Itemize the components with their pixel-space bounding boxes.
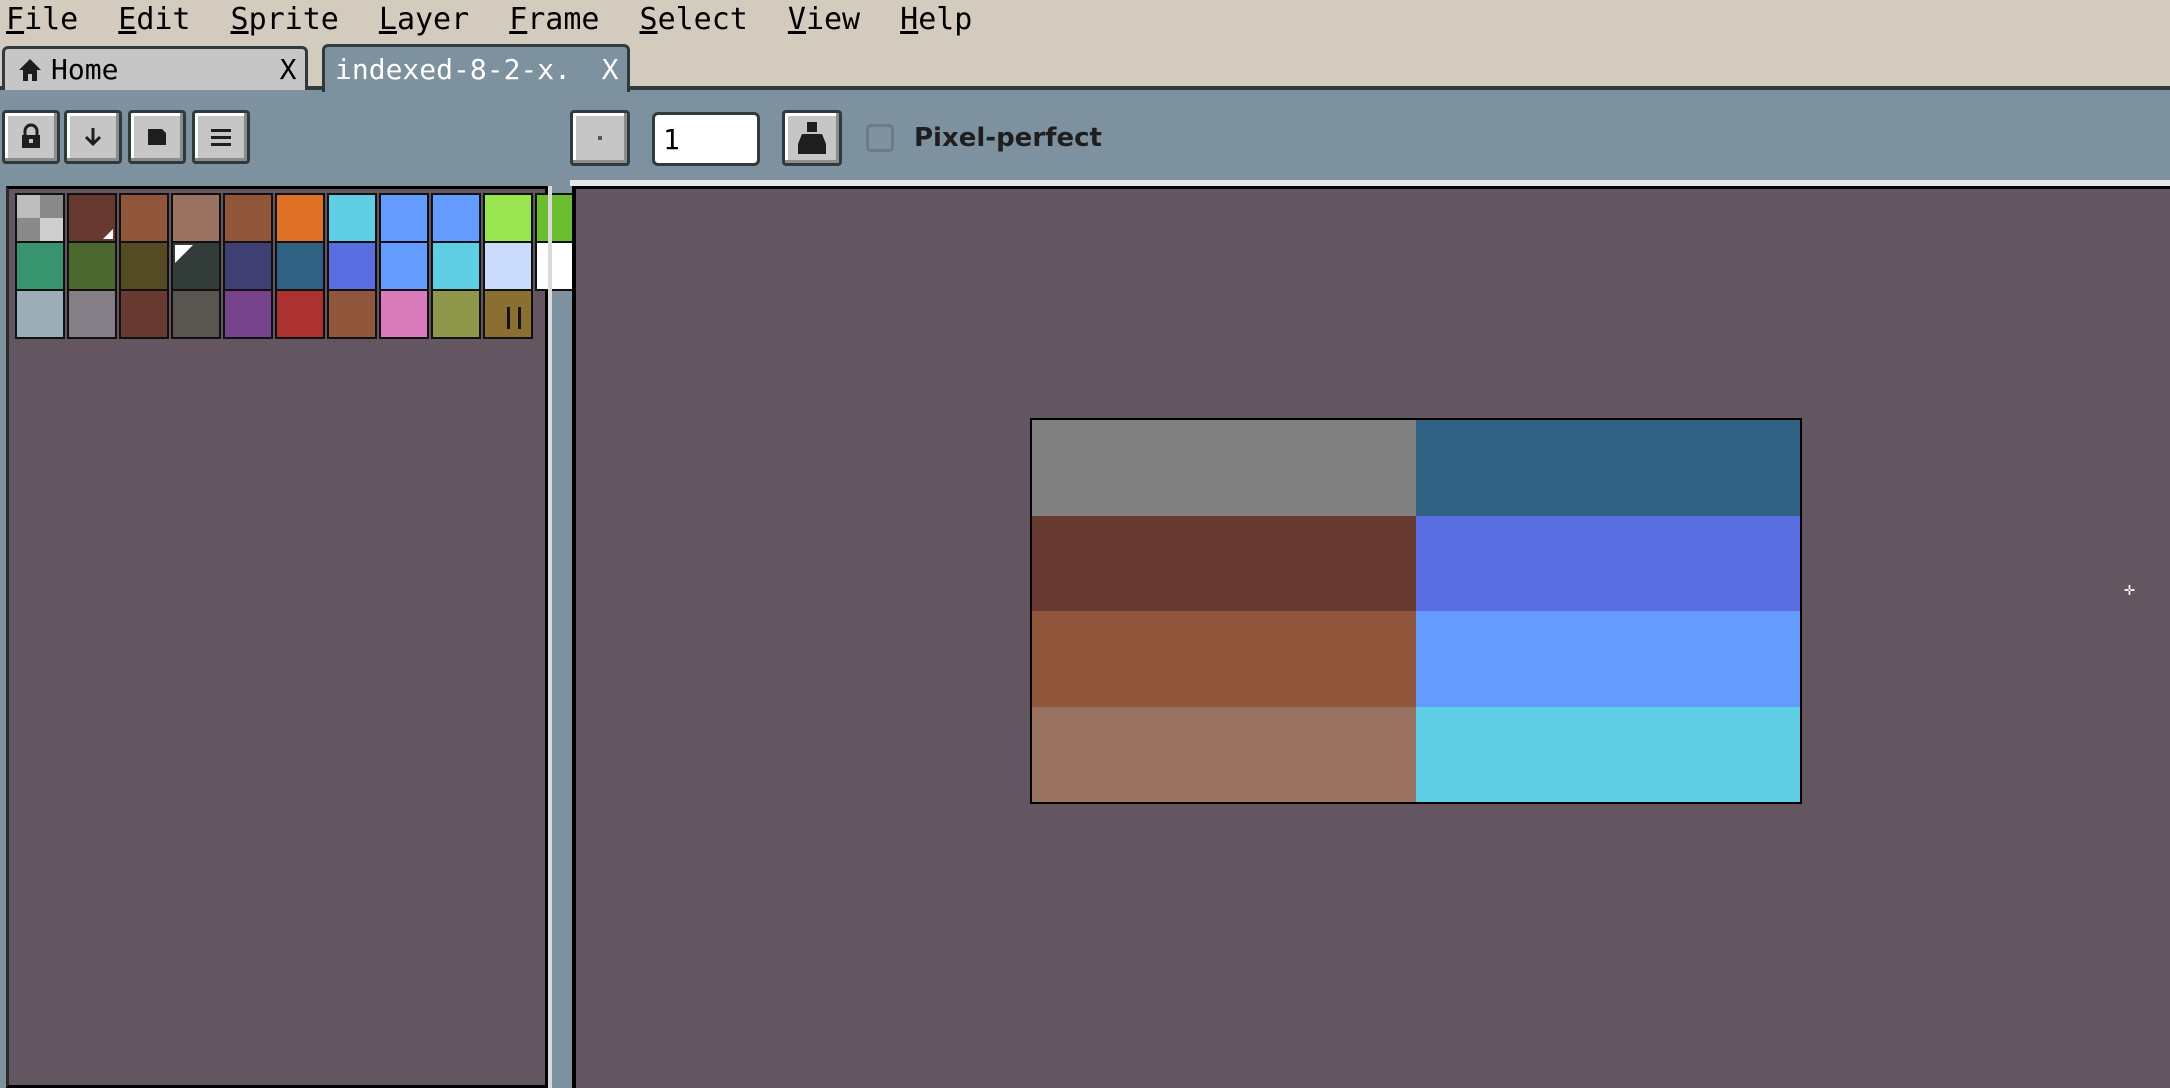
palette-swatch[interactable] [171,241,221,291]
menu-sprite[interactable]: Sprite [225,0,339,40]
palette-swatch[interactable] [15,241,65,291]
arrow-down-icon [84,128,102,147]
sprite-canvas[interactable] [1030,418,1802,804]
tab-file-close-button[interactable]: X [593,53,627,86]
palette-swatch[interactable] [379,193,429,243]
palette-swatch[interactable] [275,289,325,339]
palette-swatch[interactable] [379,289,429,339]
tab-bar: Home X indexed-8-2-x. X [0,40,2170,92]
panel-splitter[interactable] [548,186,552,1088]
sprite-pixel-block [1032,611,1416,707]
palette-row [15,193,587,243]
menu-frame[interactable]: Frame [503,0,599,40]
menu-select[interactable]: Select [634,0,748,40]
tab-home-close-button[interactable]: X [271,53,305,86]
sprite-pixel-block [1416,420,1800,516]
tab-file[interactable]: indexed-8-2-x. X [322,44,630,92]
menu-bar: File Edit Sprite Layer Frame Select View Help [0,0,2170,40]
sprite-pixel-block [1032,706,1416,802]
palette-swatch[interactable] [275,241,325,291]
sprite-editor[interactable]: ✛ [572,186,2170,1088]
lock-button[interactable] [2,110,60,164]
palette-swatch[interactable] [483,193,533,243]
palette-swatch[interactable] [223,241,273,291]
palette-panel [6,186,585,1088]
palette-swatch[interactable] [67,241,117,291]
brush-type-button[interactable] [570,110,630,166]
tab-file-label: indexed-8-2-x. [335,53,572,86]
crosshair-cursor-icon: ✛ [2124,579,2135,600]
palette-swatch[interactable] [431,193,481,243]
palette-resize-grip[interactable] [507,307,521,329]
pixel-perfect-checkbox[interactable] [866,124,894,152]
pixel-perfect-label: Pixel-perfect [914,123,1102,153]
palette-swatch[interactable] [327,193,377,243]
dot-icon [598,136,602,140]
palette-swatch[interactable] [119,193,169,243]
brush-size-input[interactable] [652,112,760,166]
palette-swatch[interactable] [223,289,273,339]
palette-swatch[interactable] [431,241,481,291]
palette-swatch[interactable] [431,289,481,339]
palette-swatch[interactable] [327,241,377,291]
menu-edit[interactable]: Edit [112,0,190,40]
menu-icon [211,129,231,146]
palette-swatch[interactable] [223,193,273,243]
palette-row [15,241,587,291]
lock-icon [22,123,40,148]
tab-home-label: Home [51,53,119,86]
palette-swatch[interactable] [67,193,117,243]
palette-swatch[interactable] [171,289,221,339]
menu-view[interactable]: View [782,0,860,40]
palette-swatch[interactable] [67,289,117,339]
palette-swatch[interactable] [15,193,65,243]
palette-menu-button[interactable] [192,110,250,164]
ink-button[interactable] [782,110,842,166]
home-icon [19,58,41,81]
palette-swatch[interactable] [327,289,377,339]
sprite-pixel-block [1032,515,1416,611]
palette-swatch[interactable] [15,289,65,339]
palette-row [15,289,535,339]
sprite-pixel-block [1032,420,1416,516]
palette-swatch[interactable] [119,241,169,291]
palette-swatch[interactable] [483,241,533,291]
arrow-down-button[interactable] [64,110,122,164]
menu-help[interactable]: Help [894,0,972,40]
tab-home[interactable]: Home X [2,46,308,90]
palette-swatch[interactable] [379,241,429,291]
sprite-pixel-block [1416,611,1800,707]
menu-file[interactable]: File [0,0,78,40]
sprite-pixel-block [1416,706,1800,802]
menu-layer[interactable]: Layer [373,0,469,40]
ink-bottle-icon [798,122,826,154]
palette-swatch[interactable] [275,193,325,243]
layer-button[interactable] [128,110,186,164]
palette-swatch[interactable] [171,193,221,243]
palette-swatch[interactable] [119,289,169,339]
layer-icon [148,129,166,145]
sprite-pixel-block [1416,515,1800,611]
